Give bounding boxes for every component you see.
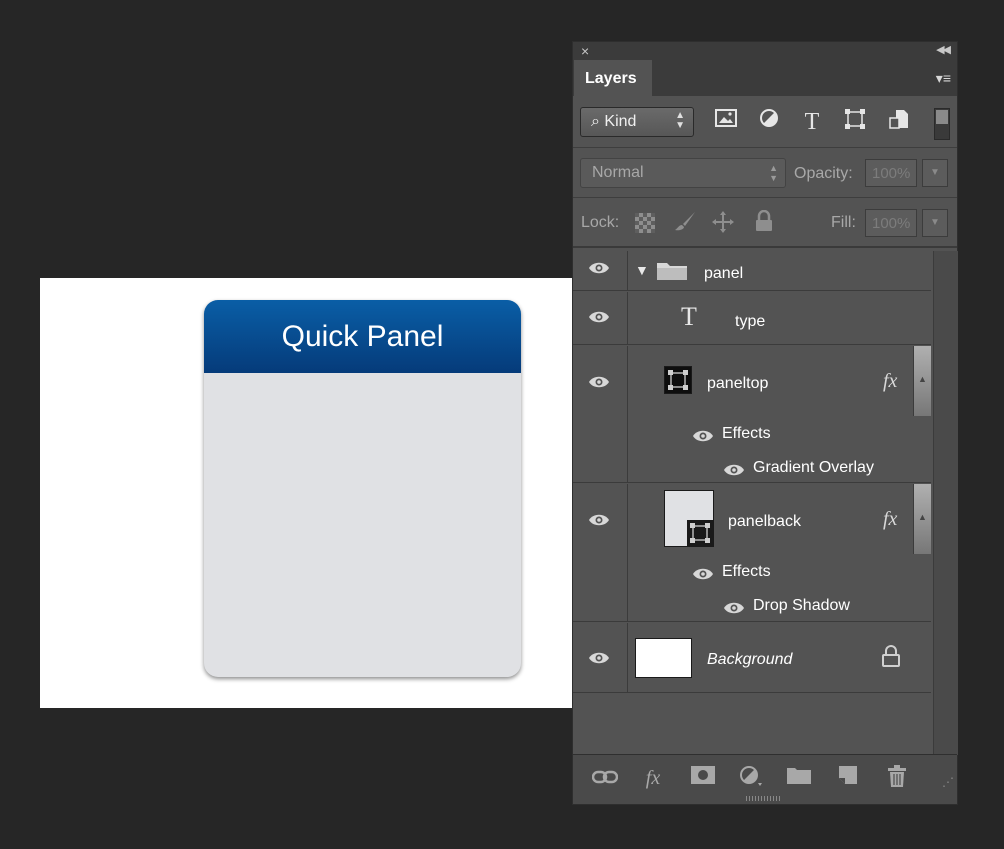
eye-icon[interactable]	[588, 512, 610, 532]
lock-icon	[881, 645, 901, 672]
layers-list: ▼ panel T type paneltop fx ▲ Effects Gra…	[573, 251, 933, 755]
layer-row-panel[interactable]: ▼ panel	[573, 251, 931, 291]
disclosure-triangle-icon[interactable]: ▼	[635, 262, 649, 278]
fill-label: Fill:	[831, 214, 856, 231]
select-arrows-icon: ▲ ▼	[769, 163, 778, 183]
corner-resize-handle[interactable]: ⋰	[942, 775, 954, 789]
visibility-column	[573, 251, 628, 290]
document-canvas[interactable]: Quick Panel	[40, 278, 572, 708]
opacity-label: Opacity:	[794, 165, 853, 182]
link-layers-icon[interactable]	[591, 765, 619, 791]
blend-mode-value: Normal	[592, 164, 644, 181]
image-filter-icon[interactable]	[712, 108, 740, 136]
layer-name: Background	[707, 651, 793, 668]
quick-panel-header: Quick Panel	[204, 300, 521, 373]
layer-row-paneltop[interactable]: paneltop fx ▲ Effects Gradient Overlay	[573, 346, 931, 483]
eye-icon[interactable]	[588, 374, 610, 394]
blend-row: Normal ▲ ▼ Opacity: 100% ▼	[573, 148, 957, 198]
panel-resize-grip[interactable]	[746, 796, 780, 801]
kind-label: Kind	[604, 113, 637, 130]
visibility-column	[573, 346, 628, 482]
new-adjustment-layer-icon[interactable]	[737, 765, 765, 791]
lock-all-icon[interactable]	[751, 209, 777, 236]
collapse-icon[interactable]: ◀◀	[936, 43, 951, 56]
eye-icon[interactable]	[692, 428, 714, 448]
layer-thumbnail	[664, 490, 714, 547]
lock-position-move-icon[interactable]	[710, 210, 736, 236]
effects-expand-toggle[interactable]: ▲	[913, 484, 931, 554]
add-mask-icon[interactable]	[689, 765, 717, 791]
filter-row: ⌕ Kind ▲ ▼ T	[573, 96, 957, 148]
lock-transparency-icon[interactable]	[632, 210, 658, 236]
opacity-field[interactable]: 100%	[865, 159, 917, 187]
panel-bottom-bar: fx ⋰	[573, 754, 957, 804]
eye-icon[interactable]	[692, 566, 714, 586]
quick-panel-graphic: Quick Panel	[204, 300, 521, 677]
effect-name: Gradient Overlay	[753, 459, 874, 476]
lock-row: Lock: Fill: 100% ▼	[573, 198, 957, 248]
layers-panel: × ◀◀ Layers ▾≡ ⌕ Kind ▲ ▼ T Normal ▲ ▼ O…	[572, 41, 958, 805]
lock-label: Lock:	[581, 214, 620, 231]
effect-name: Drop Shadow	[753, 597, 850, 614]
layer-name: type	[735, 313, 766, 330]
eye-icon[interactable]	[723, 462, 745, 482]
layer-name: panelback	[728, 513, 801, 530]
eye-icon[interactable]	[723, 600, 745, 620]
kind-filter-select[interactable]: ⌕ Kind ▲ ▼	[580, 107, 694, 137]
layer-thumbnail	[635, 638, 692, 678]
close-icon[interactable]: ×	[581, 43, 589, 59]
search-icon: ⌕	[591, 113, 600, 130]
layer-name: panel	[704, 265, 744, 282]
panel-menu-icon[interactable]: ▾≡	[936, 70, 951, 87]
panel-titlebar: × ◀◀	[573, 42, 957, 60]
effects-label: Effects	[722, 425, 771, 442]
select-arrows-icon: ▲ ▼	[675, 110, 685, 131]
blend-mode-select[interactable]: Normal ▲ ▼	[580, 158, 786, 188]
new-layer-icon[interactable]	[834, 765, 862, 791]
visibility-column	[573, 623, 628, 692]
layer-row-panelback[interactable]: panelback fx ▲ Effects Drop Shadow	[573, 484, 931, 622]
add-layer-style-icon[interactable]: fx	[639, 765, 667, 791]
layer-row-type[interactable]: T type	[573, 292, 931, 345]
lock-pixels-brush-icon[interactable]	[672, 210, 698, 236]
opacity-dropdown-icon[interactable]: ▼	[922, 159, 948, 187]
layers-scrollbar[interactable]	[933, 251, 958, 755]
fx-icon[interactable]: fx	[883, 508, 897, 531]
visibility-column	[573, 292, 628, 344]
panel-tabbar: Layers ▾≡	[573, 60, 957, 96]
tab-layers[interactable]: Layers	[574, 60, 652, 96]
layer-thumbnail	[664, 366, 692, 394]
eye-icon[interactable]	[588, 650, 610, 670]
type-filter-icon[interactable]: T	[798, 108, 826, 136]
shape-filter-icon[interactable]	[841, 108, 869, 136]
delete-layer-icon[interactable]	[883, 765, 911, 791]
folder-icon	[656, 259, 688, 286]
fill-field[interactable]: 100%	[865, 209, 917, 237]
fx-icon[interactable]: fx	[883, 370, 897, 393]
visibility-column	[573, 484, 628, 621]
new-group-icon[interactable]	[785, 765, 813, 791]
effects-expand-toggle[interactable]: ▲	[913, 346, 931, 416]
eye-icon[interactable]	[588, 309, 610, 329]
eye-icon[interactable]	[588, 260, 610, 280]
fill-dropdown-icon[interactable]: ▼	[922, 209, 948, 237]
smart-object-filter-icon[interactable]	[885, 108, 913, 136]
filter-toggle-switch[interactable]	[934, 108, 950, 140]
layer-name: paneltop	[707, 375, 769, 392]
adjustment-filter-icon[interactable]	[755, 108, 783, 136]
text-layer-icon: T	[681, 302, 697, 331]
quick-panel-title: Quick Panel	[281, 319, 444, 353]
layer-row-background[interactable]: Background	[573, 623, 931, 693]
effects-label: Effects	[722, 563, 771, 580]
